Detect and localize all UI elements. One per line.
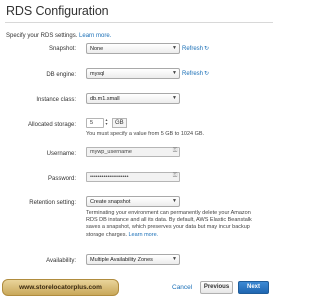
previous-button[interactable]: Previous: [200, 281, 233, 294]
availability-label: Availability:: [46, 258, 76, 264]
page-title: RDS Configuration: [6, 4, 109, 18]
allocated-storage-label: Allocated storage:: [27, 122, 76, 128]
db-engine-refresh-label: Refresh: [182, 71, 204, 77]
instance-class-label: Instance class:: [36, 97, 76, 103]
snapshot-refresh-link[interactable]: Refresh↻: [182, 45, 209, 52]
storage-hint: You must specify a value from 5 GB to 10…: [86, 131, 205, 137]
cancel-button[interactable]: Cancel: [172, 284, 192, 291]
password-value: ••••••••••••••••••••: [90, 174, 129, 180]
retention-note-line: saves a snapshot, which preserves your d…: [86, 224, 250, 231]
key-icon: ⚿: [172, 148, 178, 154]
storage-unit: GB: [112, 118, 127, 128]
snapshot-refresh-label: Refresh: [182, 46, 204, 52]
next-button[interactable]: Next: [238, 281, 269, 294]
title-divider: [5, 22, 273, 23]
retention-note-last-line: storage charges. Learn more.: [86, 232, 276, 239]
chevron-down-icon: ▼: [172, 256, 177, 262]
snapshot-label: Snapshot:: [48, 46, 76, 52]
retention-note-line: RDS DB instance and all its data. By def…: [86, 217, 252, 224]
retention-note: Terminating your environment can permane…: [86, 210, 276, 239]
stepper-down-icon[interactable]: ▼: [104, 122, 109, 126]
retention-note-line: Terminating your environment can permane…: [86, 210, 251, 216]
intro-label: Specify your RDS settings.: [6, 33, 78, 39]
retention-label: Retention setting:: [29, 200, 76, 206]
retention-learn-more-link[interactable]: Learn more.: [129, 232, 159, 238]
retention-select[interactable]: Create snapshot ▼: [86, 196, 180, 207]
intro-learn-more-link[interactable]: Learn more.: [79, 33, 111, 39]
db-engine-label: DB engine:: [46, 72, 76, 78]
retention-note-line: storage charges.: [86, 231, 127, 238]
instance-class-value: db.m1.small: [90, 96, 120, 102]
chevron-down-icon: ▼: [172, 198, 177, 204]
db-engine-select[interactable]: mysql ▼: [86, 68, 180, 79]
instance-class-select[interactable]: db.m1.small ▼: [86, 93, 180, 104]
password-label: Password:: [47, 176, 76, 182]
retention-value: Create snapshot: [90, 199, 131, 205]
username-label: Username:: [46, 151, 76, 157]
chevron-down-icon: ▼: [172, 70, 177, 76]
db-engine-refresh-link[interactable]: Refresh↻: [182, 70, 209, 77]
chevron-down-icon: ▼: [172, 95, 177, 101]
storage-stepper[interactable]: ▲ ▼: [104, 118, 109, 127]
db-engine-value: mysql: [90, 71, 105, 77]
password-field[interactable]: ••••••••••••••••••••: [86, 172, 180, 182]
refresh-icon: ↻: [204, 46, 210, 52]
availability-select[interactable]: Multiple Availability Zones ▼: [86, 254, 180, 265]
refresh-icon: ↻: [204, 71, 210, 77]
chevron-down-icon: ▼: [172, 45, 177, 51]
availability-value: Multiple Availability Zones: [90, 257, 153, 263]
username-value: mywp_username: [90, 149, 132, 155]
snapshot-select[interactable]: None ▼: [86, 43, 180, 54]
intro-text: Specify your RDS settings. Learn more.: [6, 33, 111, 39]
snapshot-value: None: [90, 46, 104, 52]
allocated-storage-value: 5: [90, 120, 94, 126]
watermark-badge: www.storelocatorplus.com: [2, 279, 119, 296]
allocated-storage-input[interactable]: 5: [86, 118, 104, 128]
key-icon: ⚿: [172, 173, 178, 179]
username-field[interactable]: mywp_username: [86, 147, 180, 157]
